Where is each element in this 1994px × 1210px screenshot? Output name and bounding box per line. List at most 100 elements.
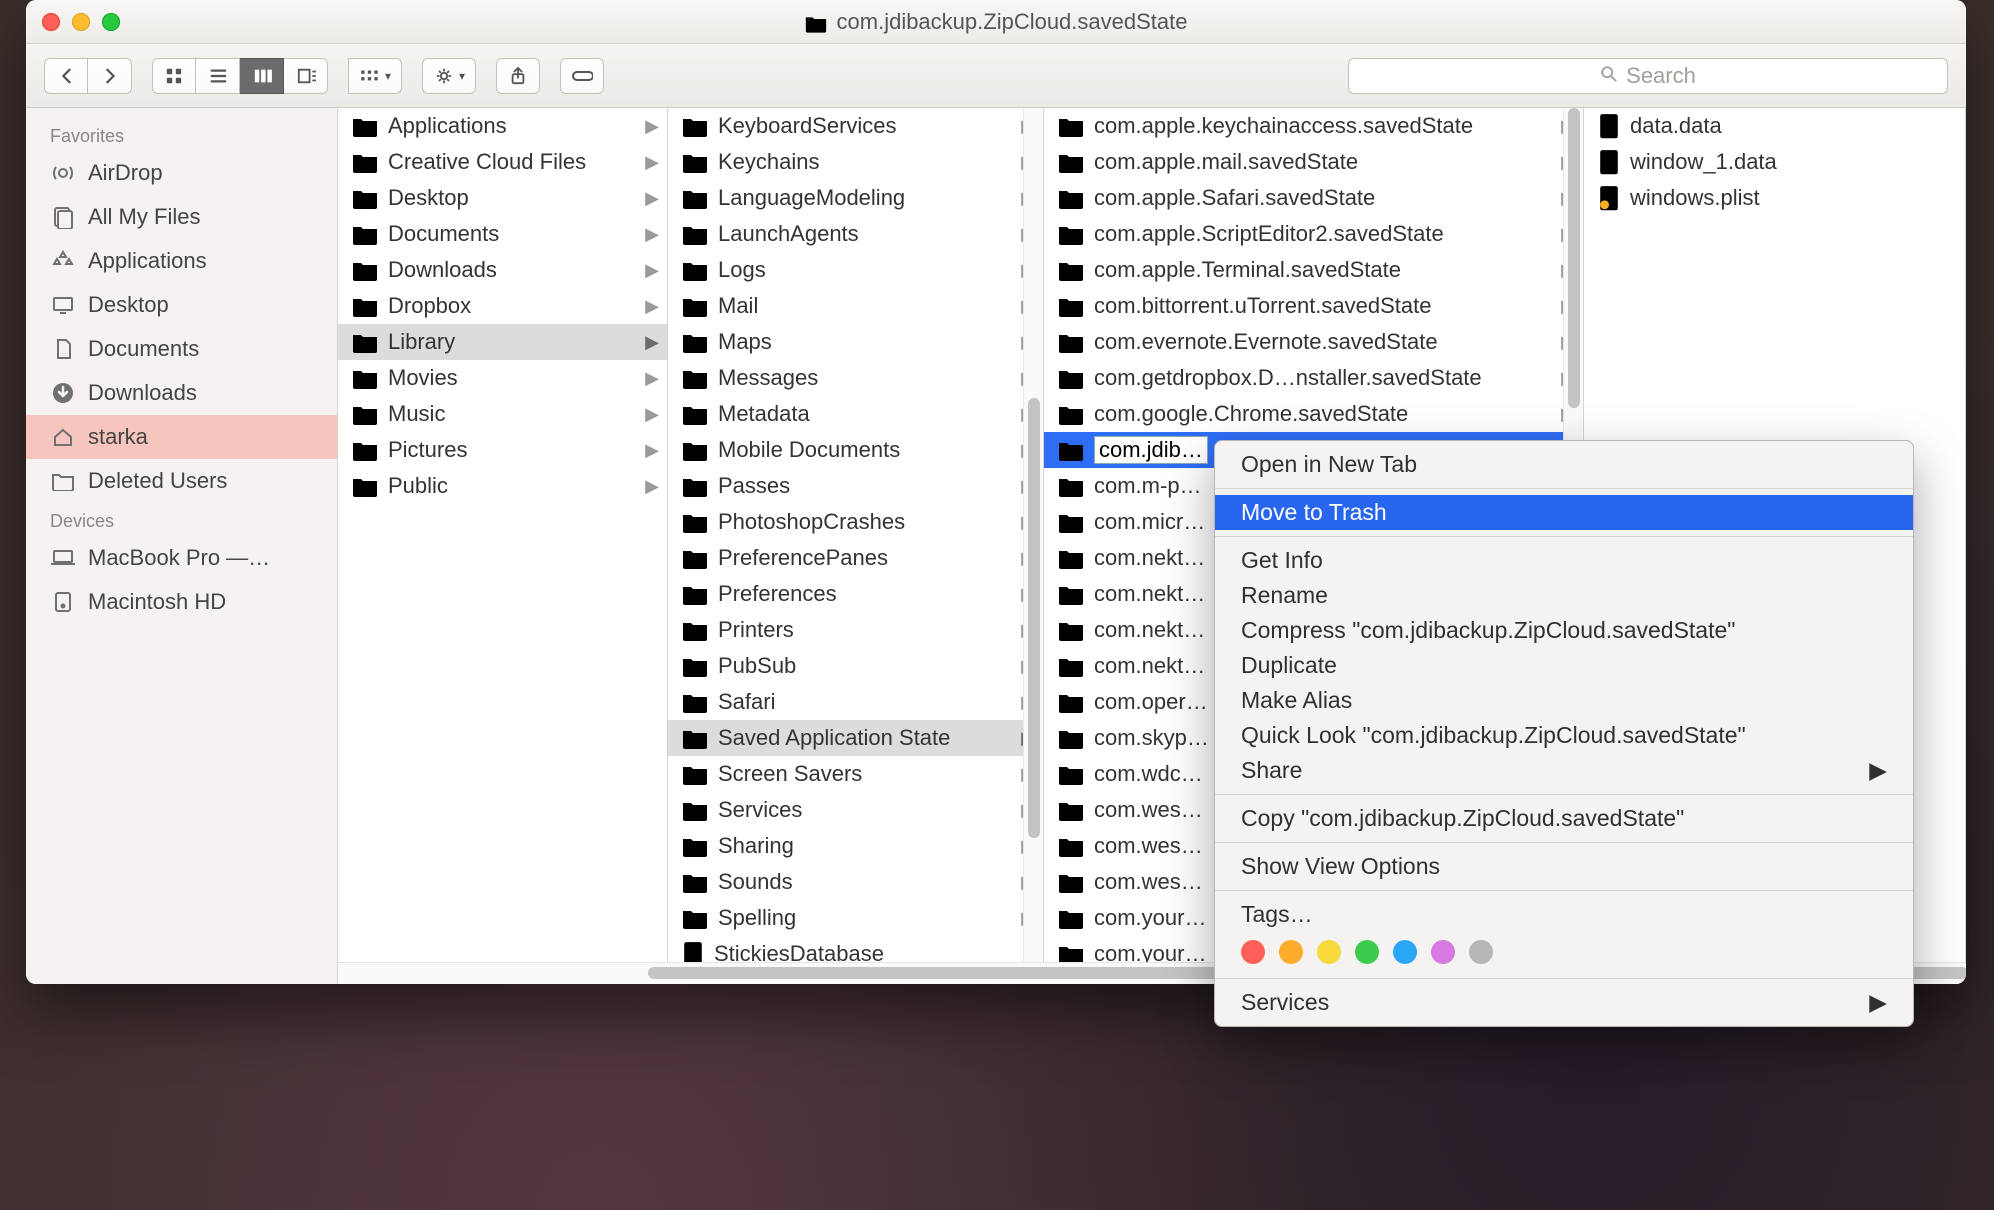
menu-item[interactable]: Open in New Tab — [1215, 447, 1913, 482]
minimize-window-button[interactable] — [72, 13, 90, 31]
sidebar-item-deleted-users[interactable]: Deleted Users — [26, 459, 337, 503]
back-button[interactable] — [44, 58, 88, 94]
column-1[interactable]: Applications▶Creative Cloud Files▶Deskto… — [338, 108, 668, 984]
list-item[interactable]: LanguageModeling▶ — [668, 180, 1043, 216]
list-item[interactable]: Sharing▶ — [668, 828, 1043, 864]
list-item[interactable]: com.apple.ScriptEditor2.savedState▶ — [1044, 216, 1583, 252]
list-item[interactable]: KeyboardServices▶ — [668, 108, 1043, 144]
tag-dot-orange[interactable] — [1279, 940, 1303, 964]
share-button[interactable] — [496, 58, 540, 94]
item-label: Public — [388, 473, 448, 499]
view-columns-button[interactable] — [240, 58, 284, 94]
view-list-button[interactable] — [196, 58, 240, 94]
list-item[interactable]: Documents▶ — [338, 216, 667, 252]
menu-item[interactable]: Get Info — [1215, 543, 1913, 578]
forward-button[interactable] — [88, 58, 132, 94]
menu-item[interactable]: Share▶ — [1215, 753, 1913, 788]
menu-item[interactable]: Quick Look "com.jdibackup.ZipCloud.saved… — [1215, 718, 1913, 753]
item-label: com.skyp… — [1094, 725, 1209, 751]
list-item[interactable]: com.evernote.Evernote.savedState▶ — [1044, 324, 1583, 360]
tag-dot-green[interactable] — [1355, 940, 1379, 964]
list-item[interactable]: PreferencePanes▶ — [668, 540, 1043, 576]
list-item[interactable]: Printers▶ — [668, 612, 1043, 648]
menu-item[interactable]: Move to Trash — [1215, 495, 1913, 530]
view-icons-button[interactable] — [152, 58, 196, 94]
action-menu-button[interactable]: ▾ — [422, 58, 476, 94]
list-item[interactable]: Maps▶ — [668, 324, 1043, 360]
list-item[interactable]: com.apple.keychainaccess.savedState▶ — [1044, 108, 1583, 144]
arrange-button[interactable]: ▾ — [348, 58, 402, 94]
sidebar-item-all-my-files[interactable]: All My Files — [26, 195, 337, 239]
view-gallery-button[interactable] — [284, 58, 328, 94]
rename-field[interactable]: com.jdib… — [1094, 436, 1208, 464]
list-item[interactable]: Keychains▶ — [668, 144, 1043, 180]
menu-item[interactable]: Show View Options — [1215, 849, 1913, 884]
list-item[interactable]: PubSub▶ — [668, 648, 1043, 684]
menu-item[interactable]: Services▶ — [1215, 985, 1913, 1020]
list-item[interactable]: Screen Savers▶ — [668, 756, 1043, 792]
list-item[interactable]: windows.plist — [1584, 180, 1965, 216]
folder-icon — [682, 331, 708, 353]
tag-dot-yellow[interactable] — [1317, 940, 1341, 964]
list-item[interactable]: Safari▶ — [668, 684, 1043, 720]
menu-item[interactable]: Rename — [1215, 578, 1913, 613]
list-item[interactable]: Downloads▶ — [338, 252, 667, 288]
list-item[interactable]: Movies▶ — [338, 360, 667, 396]
tag-dot-gray[interactable] — [1469, 940, 1493, 964]
list-item[interactable]: Saved Application State▶ — [668, 720, 1043, 756]
list-item[interactable]: Creative Cloud Files▶ — [338, 144, 667, 180]
list-item[interactable]: com.bittorrent.uTorrent.savedState▶ — [1044, 288, 1583, 324]
sidebar-item-desktop[interactable]: Desktop — [26, 283, 337, 327]
item-label: Screen Savers — [718, 761, 862, 787]
sidebar-item-macbook-pro[interactable]: MacBook Pro —… — [26, 536, 337, 580]
list-item[interactable]: com.getdropbox.D…nstaller.savedState▶ — [1044, 360, 1583, 396]
list-item[interactable]: Music▶ — [338, 396, 667, 432]
list-item[interactable]: Library▶ — [338, 324, 667, 360]
file-icon — [1598, 149, 1620, 175]
list-item[interactable]: Metadata▶ — [668, 396, 1043, 432]
list-item[interactable]: Applications▶ — [338, 108, 667, 144]
list-item[interactable]: com.google.Chrome.savedState▶ — [1044, 396, 1583, 432]
tag-dot-purple[interactable] — [1431, 940, 1455, 964]
sidebar-item-downloads[interactable]: Downloads — [26, 371, 337, 415]
list-item[interactable]: Passes▶ — [668, 468, 1043, 504]
menu-item[interactable]: Make Alias — [1215, 683, 1913, 718]
list-item[interactable]: com.apple.mail.savedState▶ — [1044, 144, 1583, 180]
zoom-window-button[interactable] — [102, 13, 120, 31]
tags-button[interactable] — [560, 58, 604, 94]
sidebar-item-macintosh-hd[interactable]: Macintosh HD — [26, 580, 337, 624]
list-item[interactable]: LaunchAgents▶ — [668, 216, 1043, 252]
close-window-button[interactable] — [42, 13, 60, 31]
folder-icon — [1058, 655, 1084, 677]
list-item[interactable]: com.apple.Safari.savedState▶ — [1044, 180, 1583, 216]
list-item[interactable]: Desktop▶ — [338, 180, 667, 216]
menu-item[interactable]: Copy "com.jdibackup.ZipCloud.savedState" — [1215, 801, 1913, 836]
list-item[interactable]: Services▶ — [668, 792, 1043, 828]
sidebar-item-applications[interactable]: Applications — [26, 239, 337, 283]
list-item[interactable]: Logs▶ — [668, 252, 1043, 288]
list-item[interactable]: Spelling▶ — [668, 900, 1043, 936]
list-item[interactable]: Messages▶ — [668, 360, 1043, 396]
sidebar-item-starka[interactable]: starka — [26, 415, 337, 459]
list-item[interactable]: Public▶ — [338, 468, 667, 504]
list-item[interactable]: Mail▶ — [668, 288, 1043, 324]
vertical-scrollbar[interactable] — [1023, 108, 1043, 984]
list-item[interactable]: Preferences▶ — [668, 576, 1043, 612]
menu-item[interactable]: Duplicate — [1215, 648, 1913, 683]
list-item[interactable]: window_1.data — [1584, 144, 1965, 180]
list-item[interactable]: Sounds▶ — [668, 864, 1043, 900]
list-item[interactable]: PhotoshopCrashes▶ — [668, 504, 1043, 540]
search-field[interactable]: Search — [1348, 58, 1948, 94]
menu-item[interactable]: Compress "com.jdibackup.ZipCloud.savedSt… — [1215, 613, 1913, 648]
list-item[interactable]: Dropbox▶ — [338, 288, 667, 324]
list-item[interactable]: Mobile Documents▶ — [668, 432, 1043, 468]
sidebar-item-documents[interactable]: Documents — [26, 327, 337, 371]
list-item[interactable]: data.data — [1584, 108, 1965, 144]
column-2[interactable]: KeyboardServices▶Keychains▶LanguageModel… — [668, 108, 1044, 984]
list-item[interactable]: Pictures▶ — [338, 432, 667, 468]
tag-dot-blue[interactable] — [1393, 940, 1417, 964]
sidebar-item-airdrop[interactable]: AirDrop — [26, 151, 337, 195]
menu-item[interactable]: Tags… — [1215, 897, 1913, 932]
tag-dot-red[interactable] — [1241, 940, 1265, 964]
list-item[interactable]: com.apple.Terminal.savedState▶ — [1044, 252, 1583, 288]
